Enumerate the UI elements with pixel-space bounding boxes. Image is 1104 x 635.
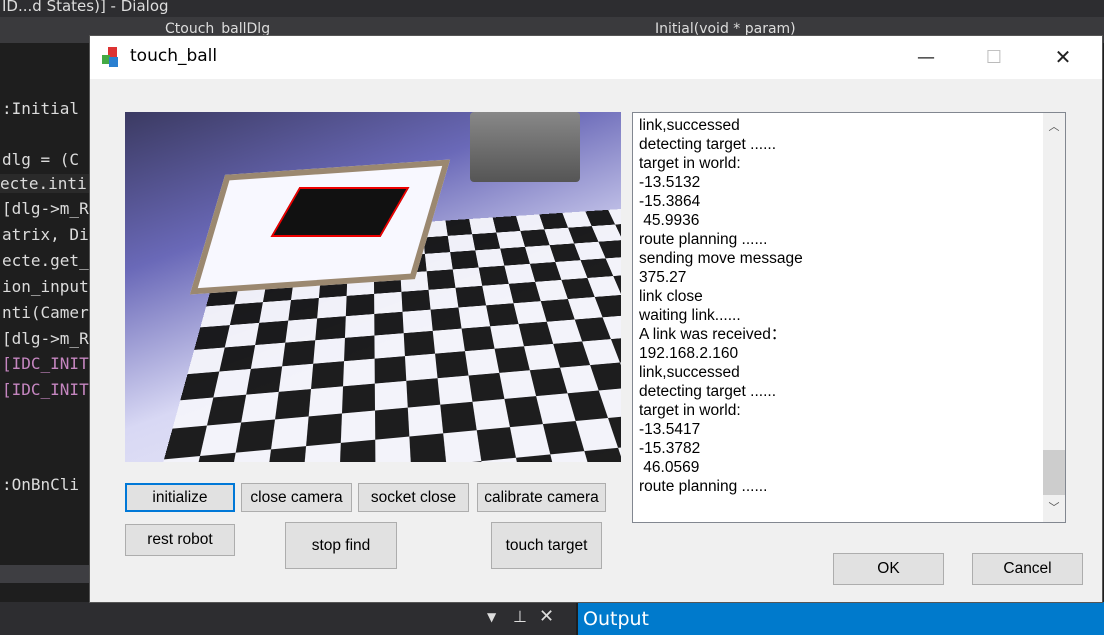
code-line: dlg = (C bbox=[2, 150, 80, 169]
log-line: link close bbox=[639, 288, 703, 305]
cancel-button[interactable]: Cancel bbox=[972, 553, 1083, 585]
log-line: sending move message bbox=[639, 250, 803, 267]
log-line: route planning ...... bbox=[639, 231, 768, 248]
log-line: detecting target ...... bbox=[639, 136, 776, 153]
minimize-button[interactable]: — bbox=[903, 36, 949, 79]
log-line: 192.168.2.160 bbox=[639, 345, 739, 362]
output-panel-tab[interactable]: Output bbox=[578, 602, 1104, 635]
stop-find-button[interactable]: stop find bbox=[285, 522, 397, 569]
code-line: :OnBnCli bbox=[2, 475, 80, 494]
close-button[interactable]: ✕ bbox=[1040, 36, 1086, 79]
code-line: ion_input bbox=[2, 277, 89, 296]
robot-gripper bbox=[470, 112, 580, 182]
log-listbox[interactable]: link,successed detecting target ...... tar… bbox=[632, 112, 1066, 523]
code-line: [dlg->m_R bbox=[2, 329, 89, 348]
log-line: 46.0569 bbox=[639, 459, 700, 476]
code-line: nti(Camer bbox=[2, 303, 89, 322]
log-line: link,successed bbox=[639, 117, 740, 134]
vertical-scrollbar[interactable]: ︿ ﹀ bbox=[1043, 113, 1065, 522]
maximize-button[interactable]: ☐ bbox=[971, 36, 1017, 79]
log-line: -15.3782 bbox=[639, 440, 701, 457]
touch-ball-dialog: touch_ball — ☐ ✕ link,successed detecting… bbox=[89, 35, 1103, 603]
log-line: waiting link...... bbox=[639, 307, 741, 324]
rest-robot-button[interactable]: rest robot bbox=[125, 524, 235, 556]
log-line: detecting target ...... bbox=[639, 383, 776, 400]
close-icon[interactable]: ✕ bbox=[539, 606, 554, 627]
camera-view bbox=[125, 112, 621, 462]
mfc-app-icon bbox=[102, 47, 118, 67]
scroll-down-icon[interactable]: ﹀ bbox=[1043, 498, 1065, 518]
touch-target-button[interactable]: touch target bbox=[491, 522, 602, 569]
scroll-thumb[interactable] bbox=[1043, 450, 1065, 495]
code-line: :Initial bbox=[2, 99, 80, 118]
dropdown-icon[interactable]: ▼ bbox=[487, 610, 496, 624]
log-line: -13.5417 bbox=[639, 421, 701, 438]
horizontal-scrollbar[interactable] bbox=[0, 565, 95, 583]
log-line: 375.27 bbox=[639, 269, 687, 286]
initialize-button[interactable]: initialize bbox=[125, 483, 235, 512]
log-line: route planning ...... bbox=[639, 478, 768, 495]
log-line: 45.9936 bbox=[639, 212, 700, 229]
log-line: -15.3864 bbox=[639, 193, 701, 210]
code-line: atrix, Di bbox=[2, 225, 89, 244]
log-line: -13.5132 bbox=[639, 174, 701, 191]
code-line: ecte.inti bbox=[0, 174, 95, 193]
log-line: target in world: bbox=[639, 402, 741, 419]
calibrate-camera-button[interactable]: calibrate camera bbox=[477, 483, 606, 512]
log-lines: link,successed detecting target ...... tar… bbox=[639, 116, 803, 496]
scroll-up-icon[interactable]: ︿ bbox=[1043, 117, 1065, 137]
code-editor[interactable]: :Initial dlg = (C ecte.inti [dlg->m_R atrix,… bbox=[0, 43, 95, 573]
ide-title: ID...d States)] - Dialog bbox=[0, 0, 1104, 17]
socket-close-button[interactable]: socket close bbox=[358, 483, 469, 512]
code-line: ecte.get_ bbox=[2, 251, 89, 270]
log-line: target in world: bbox=[639, 155, 741, 172]
log-line: A link was received： bbox=[639, 326, 787, 343]
code-line: [dlg->m_R bbox=[2, 199, 89, 218]
code-line: [IDC_INIT bbox=[2, 380, 89, 399]
log-line: link,successed bbox=[639, 364, 740, 381]
pin-icon[interactable]: ⊥ bbox=[513, 607, 527, 626]
ok-button[interactable]: OK bbox=[833, 553, 944, 585]
panel-header: ▼ ⊥ ✕ bbox=[0, 602, 576, 635]
dialog-title: touch_ball bbox=[130, 46, 218, 66]
title-bar: touch_ball — ☐ ✕ bbox=[90, 36, 1102, 79]
close-camera-button[interactable]: close camera bbox=[241, 483, 352, 512]
code-line: [IDC_INIT bbox=[2, 354, 89, 373]
